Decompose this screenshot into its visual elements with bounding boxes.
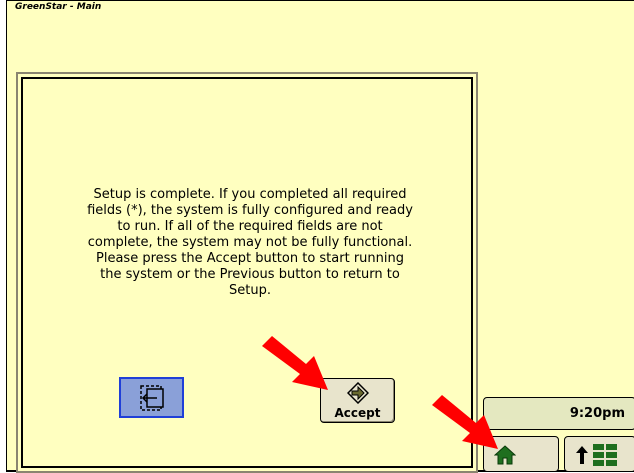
clock-display: 9:20pm <box>483 397 634 430</box>
setup-complete-message: Setup is complete. If you completed all … <box>87 187 413 298</box>
accept-label: Accept <box>334 406 381 420</box>
annotation-arrow-home <box>432 395 498 449</box>
menu-button[interactable] <box>564 436 634 472</box>
display-screen: GreenStar - Main Setup is complete. If y… <box>6 0 634 473</box>
annotation-arrow-accept <box>262 336 328 390</box>
previous-button[interactable] <box>119 377 184 418</box>
clock-time: 9:20pm <box>569 406 625 421</box>
setup-complete-dialog: Setup is complete. If you completed all … <box>16 72 478 473</box>
dialog-inner-frame: Setup is complete. If you completed all … <box>21 77 473 468</box>
menu-up-icon <box>576 444 617 466</box>
accept-arrow-icon <box>347 382 369 404</box>
previous-page-icon <box>140 385 164 411</box>
window-title: GreenStar - Main <box>15 2 102 12</box>
